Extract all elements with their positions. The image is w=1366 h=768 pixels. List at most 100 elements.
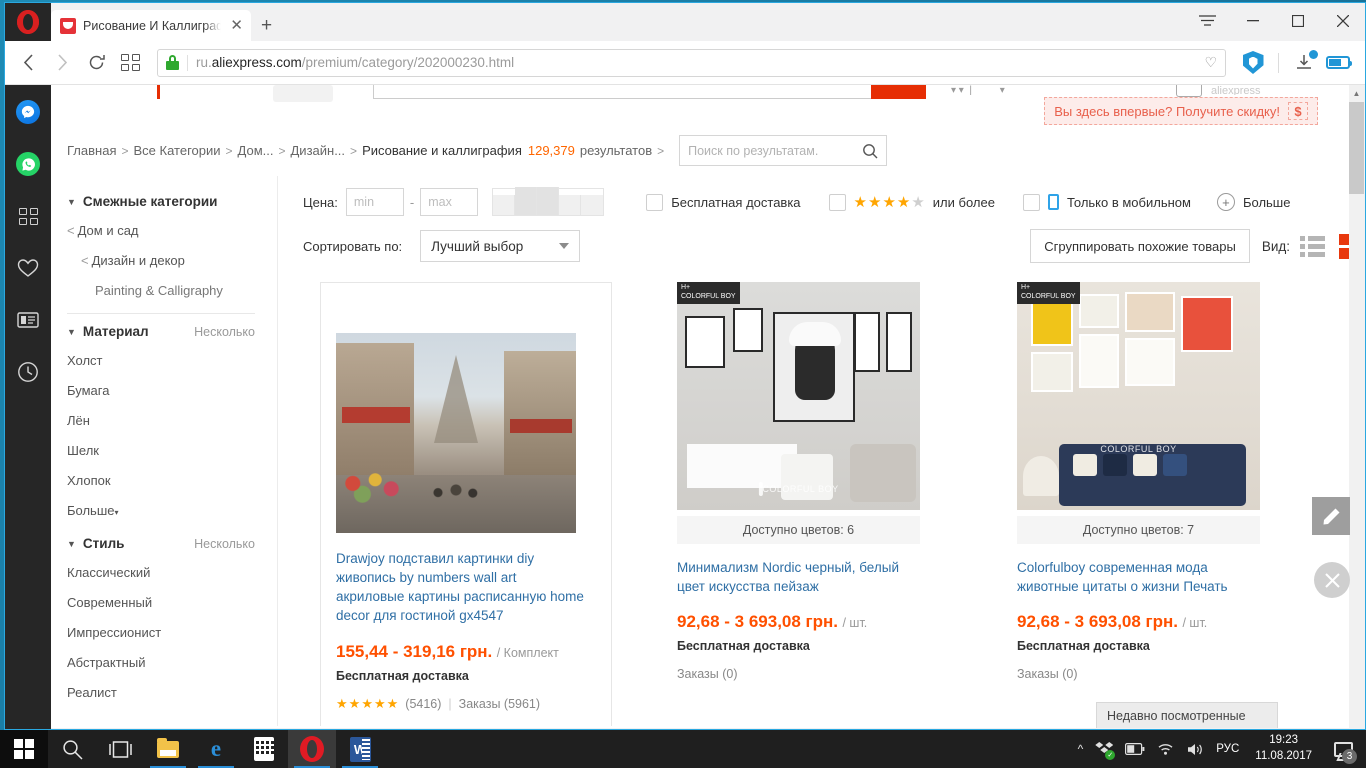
scrollbar-thumb[interactable] [1349,102,1364,194]
news-icon[interactable] [15,307,41,333]
breadcrumb-item-all-categories[interactable]: Все Категории [134,143,221,158]
history-clock-icon[interactable] [15,359,41,385]
breadcrumb-item-design[interactable]: Дизайн... [291,143,346,158]
filter-group-style[interactable]: ▼ Стиль Несколько [67,536,277,551]
filter-multi-select-label[interactable]: Несколько [194,325,255,339]
downloads-button[interactable] [1289,48,1319,78]
new-tab-button[interactable]: + [261,15,272,37]
product-title[interactable]: Минимализм Nordic черный, белый цвет иск… [677,558,925,596]
price-min-input[interactable] [345,188,404,216]
sidebar-item-design-decor[interactable]: < Дизайн и декор [67,253,277,268]
product-image[interactable]: H+ COLORFUL BOY COLORFUL BOY [1017,282,1260,510]
opera-menu-button[interactable] [5,3,51,41]
action-center-button[interactable]: 3 [1328,730,1358,768]
minimize-button[interactable] [1230,3,1275,39]
opera-icon [300,736,324,762]
free-shipping-filter[interactable]: Бесплатная доставка [646,193,801,211]
browser-tab[interactable]: Рисование И Каллиграфия ✕ [51,10,251,41]
edge-button[interactable]: e [192,730,240,768]
start-button[interactable] [0,730,48,768]
clock[interactable]: 19:23 11.08.2017 [1251,733,1316,764]
wifi-icon[interactable] [1157,742,1174,756]
filter-style-realist[interactable]: Реалист [67,685,277,700]
header-search-button-sliver[interactable] [871,85,926,99]
keyboard-language[interactable]: РУС [1216,743,1239,755]
filter-material-paper[interactable]: Бумага [67,383,277,398]
price-histogram-slider[interactable] [492,187,605,216]
reload-button[interactable] [81,48,111,78]
breadcrumb-item-home-garden[interactable]: Дом... [238,143,274,158]
filter-style-modern[interactable]: Современный [67,595,277,610]
messenger-icon[interactable] [15,99,41,125]
favorites-heart-icon[interactable] [15,255,41,281]
bookmark-heart-icon[interactable]: ♡ [1204,54,1217,71]
more-filters-button[interactable]: + Больше [1216,193,1290,211]
filter-style-impressionist[interactable]: Импрессионист [67,625,277,640]
header-category-box[interactable] [273,85,333,102]
rating-checkbox[interactable] [828,193,846,211]
list-view-icon[interactable] [1300,236,1325,257]
battery-icon[interactable] [1125,743,1145,755]
product-image[interactable] [336,333,576,533]
whatsapp-icon[interactable] [15,151,41,177]
opera-taskbar-button[interactable] [288,730,336,768]
price-max-input[interactable] [420,188,479,216]
filter-material-cotton[interactable]: Хлопок [67,473,277,488]
filter-material-canvas[interactable]: Холст [67,353,277,368]
battery-saver-button[interactable] [1323,48,1353,78]
back-button[interactable] [13,48,43,78]
sidebar-item-home-garden[interactable]: < Дом и сад [67,223,277,238]
vpn-shield-button[interactable] [1238,48,1268,78]
promo-banner[interactable]: Вы здесь впервые? Получите скидку! $ [1044,97,1318,125]
rating-filter[interactable]: ★ ★ ★ ★ ★ или более [828,193,995,211]
recently-viewed-panel[interactable]: Недавно посмотренные [1096,702,1278,728]
filter-style-abstract[interactable]: Абстрактный [67,655,277,670]
header-cart-icon[interactable] [1176,85,1202,97]
close-button[interactable] [1320,3,1365,39]
sort-dropdown[interactable]: Лучший выбор [420,230,581,262]
group-similar-button[interactable]: Сгруппировать похожие товары [1030,229,1250,263]
extensions-icon[interactable] [15,203,41,229]
product-card[interactable]: H+ COLORFUL BOY COLORFUL BOY Доступно цве… [662,282,952,726]
word-button[interactable]: W [336,730,384,768]
free-shipping-checkbox[interactable] [646,193,664,211]
breadcrumb-item-home[interactable]: Главная [67,143,116,158]
maximize-button[interactable] [1275,3,1320,39]
speed-dial-button[interactable] [115,48,145,78]
filter-material-silk[interactable]: Шелк [67,443,277,458]
taskbar-search-button[interactable] [48,730,96,768]
search-icon[interactable] [862,143,878,159]
product-image[interactable]: H+ COLORFUL BOY COLORFUL BOY [677,282,920,510]
close-overlay-button[interactable] [1314,562,1350,598]
task-view-button[interactable] [96,730,144,768]
forward-button[interactable] [47,48,77,78]
filter-group-related-categories[interactable]: ▼ Смежные категории [67,194,277,209]
header-search-sliver[interactable] [373,85,873,99]
product-card[interactable]: Drawjoy подставил картинки diy живопись … [320,282,612,726]
filter-material-more[interactable]: Больше▾ [67,503,277,518]
product-card[interactable]: H+ COLORFUL BOY COLORFUL BOY Доступно цве… [1002,282,1292,726]
mobile-only-checkbox[interactable] [1022,193,1040,211]
mobile-only-filter[interactable]: Только в мобильном [1022,193,1191,211]
product-title[interactable]: Colorfulboy современная мода животные ци… [1017,558,1265,596]
tab-close-icon[interactable]: ✕ [228,18,245,33]
product-price-unit: / шт. [1182,616,1208,631]
sidebar-item-painting-calligraphy[interactable]: Painting & Calligraphy [67,283,277,298]
filter-style-classic[interactable]: Классический [67,565,277,580]
product-title[interactable]: Drawjoy подставил картинки diy живопись … [336,549,586,626]
feedback-edit-button[interactable] [1312,497,1350,535]
file-explorer-button[interactable] [144,730,192,768]
filter-material-linen[interactable]: Лён [67,413,277,428]
page-scrollbar[interactable]: ▲ [1349,85,1364,728]
scroll-up-arrow[interactable]: ▲ [1349,85,1364,102]
search-input[interactable] [688,143,863,158]
filter-multi-select-label[interactable]: Несколько [194,537,255,551]
sidebar-toggle-icon[interactable] [1185,3,1230,39]
calculator-button[interactable] [240,730,288,768]
filter-group-material[interactable]: ▼ Материал Несколько [67,324,277,339]
dropbox-icon[interactable]: ✓ [1095,740,1116,760]
tray-expand-icon[interactable]: ^ [1078,742,1084,756]
address-bar[interactable]: ru.ru.aliexpress.comaliexpress.com/premi… [157,48,1226,77]
search-in-results[interactable] [679,135,888,166]
volume-icon[interactable] [1186,742,1204,757]
